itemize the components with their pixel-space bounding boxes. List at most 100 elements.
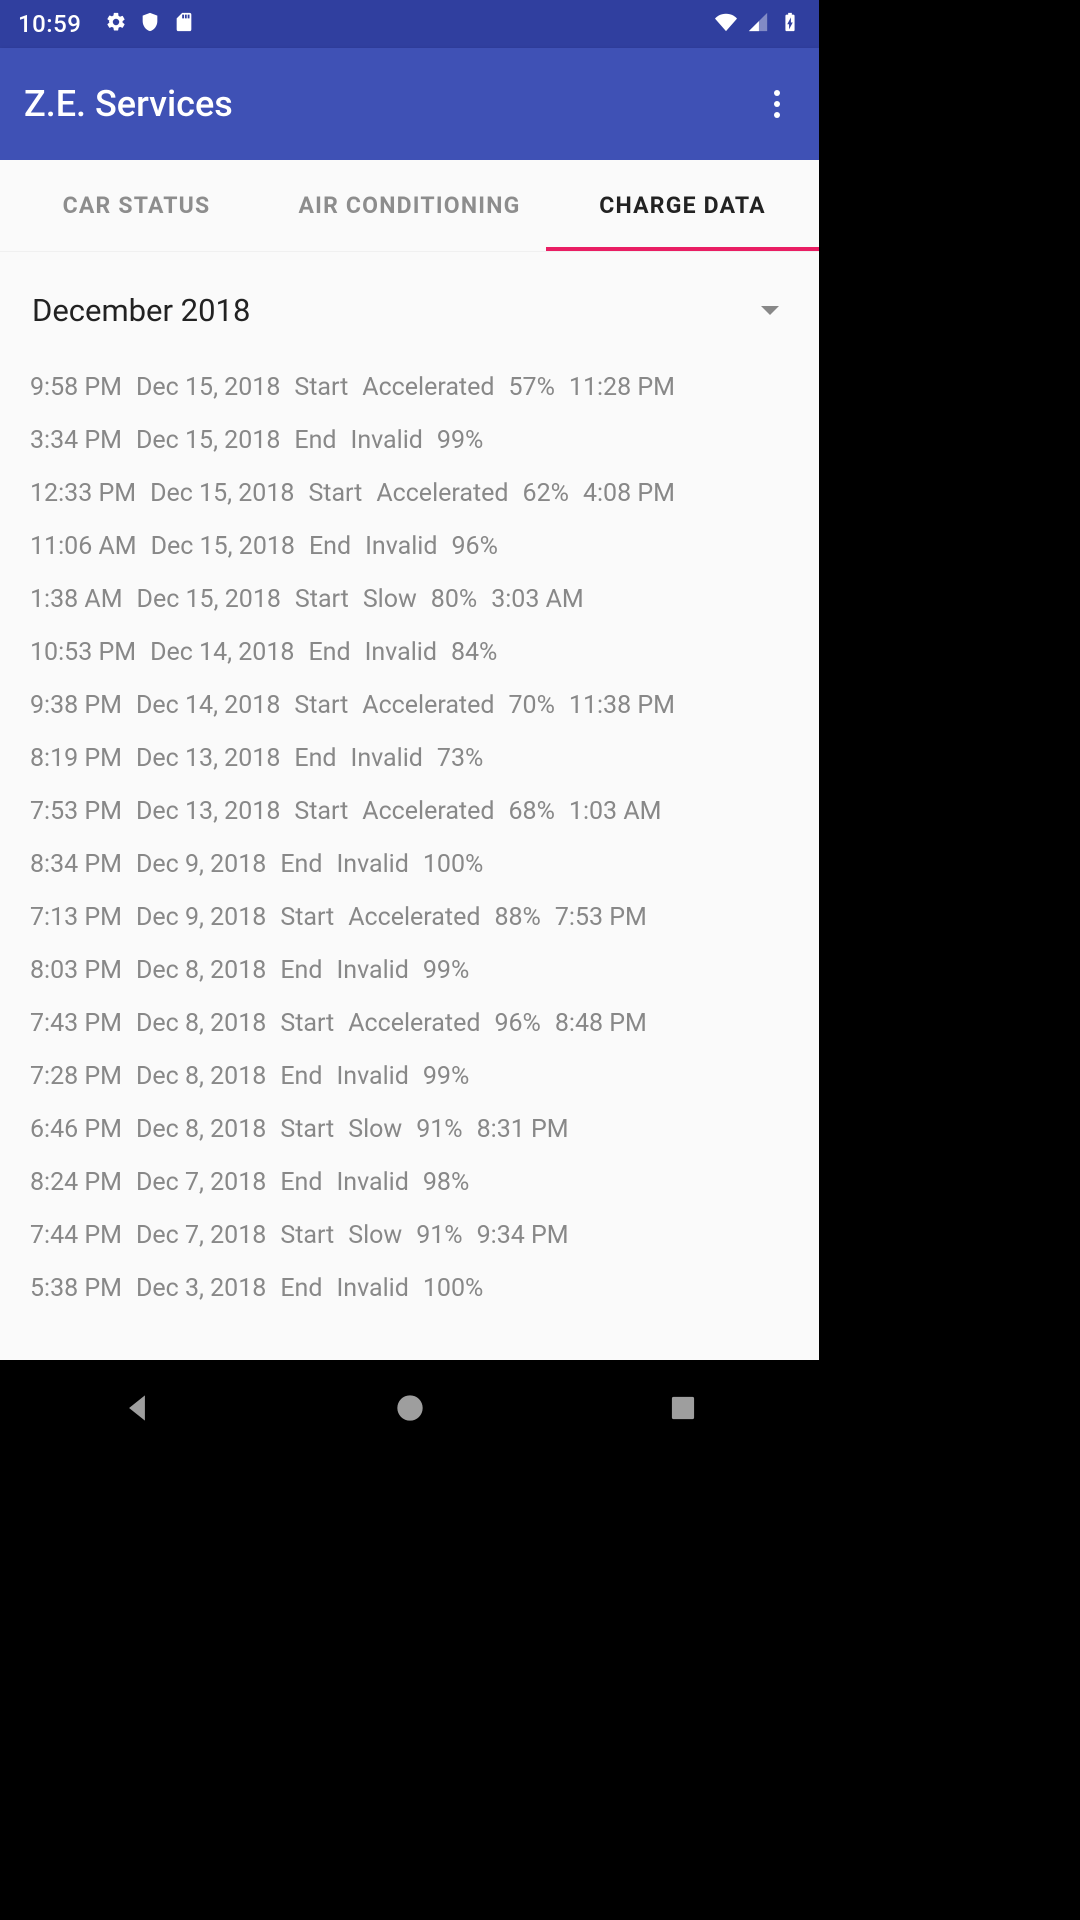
row-time: 8:19 PM [30,744,122,773]
row-kind: Start [294,797,348,826]
back-button[interactable] [118,1389,156,1427]
row-end-time: 9:34 PM [477,1221,569,1250]
row-time: 10:53 PM [30,638,136,667]
cell-signal-icon [747,11,769,33]
row-kind: Start [280,903,334,932]
row-kind: End [308,638,350,667]
status-bar: 10:59 [0,0,819,48]
row-pct: 91% [416,1221,462,1250]
row-pct: 91% [416,1115,462,1144]
row-end-time: 1:03 AM [569,797,662,826]
list-item[interactable]: 1:38 AMDec 15, 2018StartSlow80%3:03 AM [28,573,791,626]
row-pct: 73% [437,744,483,773]
tab-bar: CAR STATUS AIR CONDITIONING CHARGE DATA [0,160,819,252]
sd-card-icon [173,11,195,33]
row-mode: Accelerated [348,903,480,932]
month-label: December 2018 [32,292,250,329]
row-mode: Accelerated [362,373,494,402]
row-end-time: 11:28 PM [569,373,675,402]
row-mode: Accelerated [362,797,494,826]
row-mode: Accelerated [376,479,508,508]
row-mode: Invalid [365,638,437,667]
list-item[interactable]: 7:13 PM Dec 9, 2018 Start Accelerated 88% 7:5… [28,891,791,944]
list-item[interactable]: 8:03 PMDec 8, 2018EndInvalid99% [28,944,791,997]
list-item[interactable]: 6:46 PMDec 8, 2018StartSlow91%8:31 PM [28,1103,791,1156]
recent-apps-button[interactable] [664,1389,702,1427]
row-date: Dec 7, 2018 [136,1168,266,1197]
row-time: 7:44 PM [30,1221,122,1250]
list-item[interactable]: 8:19 PM Dec 13, 2018 End Invalid 73% [28,732,791,785]
list-item[interactable]: 11:06 AMDec 15, 2018EndInvalid96% [28,520,791,573]
row-pct: 98% [423,1168,469,1197]
gear-icon [105,11,127,33]
main-content[interactable]: December 2018 9:58 PMDec 15, 2018StartAc… [0,252,819,1360]
list-item[interactable]: 9:58 PMDec 15, 2018StartAccelerated57%11… [28,361,791,414]
row-mode: Invalid [336,956,408,985]
row-kind: End [280,956,322,985]
row-kind: End [309,532,351,561]
list-item[interactable]: 8:24 PMDec 7, 2018EndInvalid98% [28,1156,791,1209]
list-item[interactable]: 7:53 PMDec 13, 2018StartAccelerated68%1:… [28,785,791,838]
row-end-time: 11:38 PM [569,691,675,720]
row-time: 6:46 PM [30,1115,122,1144]
row-pct: 96% [494,1009,540,1038]
app-bar: Z.E. Services [0,48,819,160]
row-mode: Invalid [336,1168,408,1197]
row-pct: 88% [494,903,540,932]
list-item[interactable]: 7:44 PMDec 7, 2018StartSlow91%9:34 PM [28,1209,791,1262]
charge-list[interactable]: 9:58 PMDec 15, 2018StartAccelerated57%11… [28,361,791,1315]
tab-charge-data[interactable]: CHARGE DATA [546,160,819,251]
row-time: 9:38 PM [30,691,122,720]
app-title: Z.E. Services [24,83,759,125]
month-selector[interactable]: December 2018 [32,292,787,329]
list-item[interactable]: 7:43 PMDec 8, 2018StartAccelerated96%8:4… [28,997,791,1050]
row-date: Dec 15, 2018 [151,532,295,561]
row-end-time: 8:48 PM [555,1009,647,1038]
row-time: 7:28 PM [30,1062,122,1091]
list-item[interactable]: 12:33 PMDec 15, 2018StartAccelerated62%4… [28,467,791,520]
tab-label: AIR CONDITIONING [298,192,520,219]
row-kind: End [280,1274,322,1303]
tab-car-status[interactable]: CAR STATUS [0,160,273,251]
row-date: Dec 8, 2018 [136,956,266,985]
list-item[interactable]: 9:38 PMDec 14, 2018StartAccelerated70%11… [28,679,791,732]
row-kind: Start [280,1115,334,1144]
row-time: 12:33 PM [30,479,136,508]
tab-air-conditioning[interactable]: AIR CONDITIONING [273,160,546,251]
list-item[interactable]: 8:34 PMDec 9, 2018EndInvalid100% [28,838,791,891]
row-pct: 99% [423,956,469,985]
row-date: Dec 9, 2018 [136,903,266,932]
row-kind: Start [294,691,348,720]
row-pct: 62% [523,479,569,508]
row-end-time: 7:53 PM [555,903,647,932]
row-mode: Invalid [351,744,423,773]
row-mode: Invalid [336,850,408,879]
overflow-menu-button[interactable] [759,86,795,122]
row-kind: Start [280,1221,334,1250]
row-date: Dec 7, 2018 [136,1221,266,1250]
row-date: Dec 15, 2018 [150,479,294,508]
row-time: 7:43 PM [30,1009,122,1038]
row-date: Dec 8, 2018 [136,1009,266,1038]
home-button[interactable] [391,1389,429,1427]
row-date: Dec 3, 2018 [136,1274,266,1303]
row-date: Dec 13, 2018 [136,744,280,773]
row-time: 11:06 AM [30,532,137,561]
row-end-time: 3:03 AM [491,585,584,614]
row-date: Dec 9, 2018 [136,850,266,879]
list-item[interactable]: 5:38 PMDec 3, 2018EndInvalid100% [28,1262,791,1315]
row-time: 7:53 PM [30,797,122,826]
row-date: Dec 15, 2018 [136,426,280,455]
row-kind: End [294,744,336,773]
row-kind: End [294,426,336,455]
list-item[interactable]: 10:53 PMDec 14, 2018EndInvalid84% [28,626,791,679]
row-pct: 57% [508,373,554,402]
row-mode: Accelerated [362,691,494,720]
list-item[interactable]: 3:34 PMDec 15, 2018EndInvalid99% [28,414,791,467]
nav-bar [0,1360,819,1455]
row-pct: 70% [508,691,554,720]
row-mode: Invalid [351,426,423,455]
list-item[interactable]: 7:28 PMDec 8, 2018EndInvalid99% [28,1050,791,1103]
row-time: 1:38 AM [30,585,123,614]
row-time: 7:13 PM [30,903,122,932]
